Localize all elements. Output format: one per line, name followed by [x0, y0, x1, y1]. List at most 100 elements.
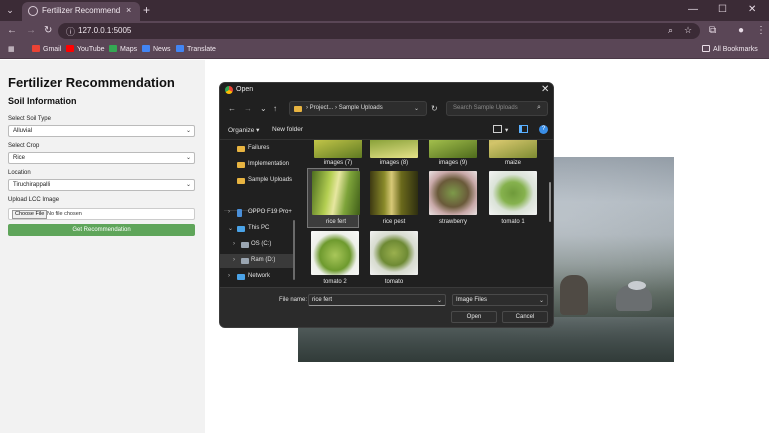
soil-type-select[interactable]: Alluvial ⌄: [8, 125, 195, 137]
chevron-down-icon[interactable]: ⌄: [228, 225, 233, 232]
file-thumbnail-images-8[interactable]: [370, 140, 418, 158]
zoom-search-icon[interactable]: ⌕: [668, 25, 673, 36]
tab-close-icon[interactable]: ×: [126, 5, 131, 15]
file-thumbnail-strawberry[interactable]: [429, 171, 477, 215]
chevron-right-icon[interactable]: ›: [233, 241, 235, 247]
bookmark-translate[interactable]: Translate: [176, 45, 216, 53]
bookmark-youtube[interactable]: YouTube: [66, 45, 105, 53]
bookmark-gmail[interactable]: Gmail: [32, 45, 61, 53]
forward-arrow-icon[interactable]: →: [26, 25, 36, 36]
file-name: images (8): [379, 160, 409, 166]
view-options-icon[interactable]: [493, 125, 502, 133]
navigation-pane: Failures Implementation Sample Uploads ›…: [220, 140, 295, 286]
file-type-select[interactable]: Image Files ⌄: [452, 294, 548, 306]
recent-locations-chevron-icon[interactable]: ⌄: [260, 104, 267, 113]
open-button[interactable]: Open: [451, 311, 497, 323]
soil-type-label: Select Soil Type: [8, 116, 51, 122]
nav-item-label: Ram (D:): [251, 257, 276, 263]
browser-tab[interactable]: Fertilizer Recommendation Sys ×: [22, 2, 140, 21]
extensions-icon[interactable]: ⧉: [709, 25, 716, 36]
chevron-right-icon[interactable]: ›: [228, 273, 230, 279]
nav-item-network[interactable]: › Network: [220, 270, 294, 284]
file-name-value: rice fert: [312, 297, 333, 303]
new-tab-button[interactable]: +: [143, 3, 150, 17]
organize-button[interactable]: Organize ▾: [228, 126, 259, 134]
chevron-down-icon: ⌄: [539, 298, 545, 304]
dialog-commandbar: Organize ▾ New folder ▾ ?: [220, 123, 553, 137]
file-name: images (9): [438, 160, 468, 166]
file-name: rice pest: [382, 219, 406, 225]
upload-label: Upload LCC Image: [8, 197, 60, 203]
nav-item-implementation[interactable]: Implementation: [220, 158, 294, 172]
help-icon[interactable]: ?: [539, 125, 548, 134]
file-thumbnail-tomato-2[interactable]: [311, 231, 359, 275]
file-thumbnail-tomato-1[interactable]: [489, 171, 537, 215]
address-breadcrumb[interactable]: › Project... › Sample Uploads ⌄: [289, 101, 427, 116]
file-name: strawberry: [438, 219, 467, 225]
nav-scrollbar[interactable]: [293, 220, 295, 280]
dialog-search-input[interactable]: Search Sample Uploads ⌕: [446, 101, 548, 116]
file-thumbnail-images-9[interactable]: [429, 140, 477, 158]
menu-kebab-icon[interactable]: ⋮: [756, 25, 766, 36]
site-info-icon[interactable]: ⓘ: [66, 25, 75, 38]
crop-select[interactable]: Rice ⌄: [8, 152, 195, 164]
nav-item-this-pc[interactable]: ⌄ This PC: [220, 222, 294, 236]
maximize-button[interactable]: ☐: [718, 4, 727, 15]
search-placeholder: Search Sample Uploads: [453, 105, 518, 111]
close-window-button[interactable]: ✕: [748, 4, 756, 15]
file-name: tomato: [384, 279, 404, 285]
bookmark-news[interactable]: News: [142, 45, 171, 53]
back-arrow-icon[interactable]: ←: [228, 104, 236, 113]
chevron-right-icon[interactable]: ›: [233, 257, 235, 263]
nav-item-label: OS (C:): [251, 241, 272, 247]
maps-icon: [109, 45, 117, 52]
get-recommendation-button[interactable]: Get Recommendation: [8, 224, 195, 236]
dialog-close-button[interactable]: ✕: [541, 84, 549, 95]
tab-search-menu-icon[interactable]: ⌄: [4, 4, 16, 16]
nav-item-sample-uploads[interactable]: Sample Uploads: [220, 174, 294, 188]
apps-grid-icon[interactable]: ▦: [8, 45, 15, 53]
chevron-down-icon[interactable]: ⌄: [414, 105, 419, 112]
file-input[interactable]: Choose File No file chosen: [8, 208, 195, 220]
forward-arrow-icon[interactable]: →: [244, 104, 252, 113]
chevron-right-icon[interactable]: ›: [228, 209, 230, 215]
preview-pane-icon[interactable]: [519, 125, 528, 133]
nav-item-failures[interactable]: Failures: [220, 142, 294, 156]
back-arrow-icon[interactable]: ←: [7, 25, 17, 36]
file-name: images (7): [323, 160, 353, 166]
chevron-down-icon: ⌄: [185, 182, 191, 188]
file-thumbnail-tomato[interactable]: [370, 231, 418, 275]
all-bookmarks[interactable]: All Bookmarks: [702, 45, 758, 53]
location-select[interactable]: Tiruchirappalli ⌄: [8, 179, 195, 191]
refresh-icon[interactable]: ↻: [431, 104, 438, 113]
chevron-down-icon[interactable]: ▾: [505, 126, 508, 134]
address-bar[interactable]: ⓘ 127.0.0.1:5005 ⌕ ☆: [58, 23, 700, 39]
file-thumbnail-rice-fert[interactable]: [312, 171, 360, 215]
minimize-button[interactable]: —: [688, 4, 698, 15]
location-label: Location: [8, 170, 31, 176]
computer-icon: [237, 226, 245, 232]
breadcrumb-item[interactable]: Sample Uploads: [339, 105, 383, 111]
browser-toolbar: ← → ↻ ⓘ 127.0.0.1:5005 ⌕ ☆ ⧉ ● ⋮: [0, 21, 769, 41]
photo-farmer-hat: [628, 281, 646, 290]
file-thumbnail-maize[interactable]: [489, 140, 537, 158]
folder-icon: [237, 178, 245, 184]
bookmark-label: YouTube: [77, 46, 105, 53]
bookmark-maps[interactable]: Maps: [109, 45, 137, 53]
nav-item-os-c[interactable]: › OS (C:): [220, 238, 294, 252]
reload-icon[interactable]: ↻: [44, 25, 52, 36]
choose-file-button[interactable]: Choose File: [12, 210, 48, 219]
bookmark-star-icon[interactable]: ☆: [684, 25, 692, 36]
nav-item-ram-d[interactable]: › Ram (D:): [220, 254, 294, 268]
chevron-down-icon[interactable]: ⌄: [437, 297, 442, 304]
file-name-input[interactable]: rice fert ⌄: [308, 294, 446, 306]
nav-item-oppo-phone[interactable]: › OPPO F19 Pro+: [220, 206, 294, 220]
up-arrow-icon[interactable]: ↑: [273, 104, 277, 113]
file-list-scrollbar[interactable]: [549, 182, 551, 222]
file-thumbnail-rice-pest[interactable]: [370, 171, 418, 215]
cancel-button[interactable]: Cancel: [502, 311, 548, 323]
profile-avatar-icon[interactable]: ●: [738, 25, 744, 36]
new-folder-button[interactable]: New folder: [272, 126, 303, 133]
file-thumbnail-images-7[interactable]: [314, 140, 362, 158]
breadcrumb-item[interactable]: Project...: [310, 105, 334, 111]
